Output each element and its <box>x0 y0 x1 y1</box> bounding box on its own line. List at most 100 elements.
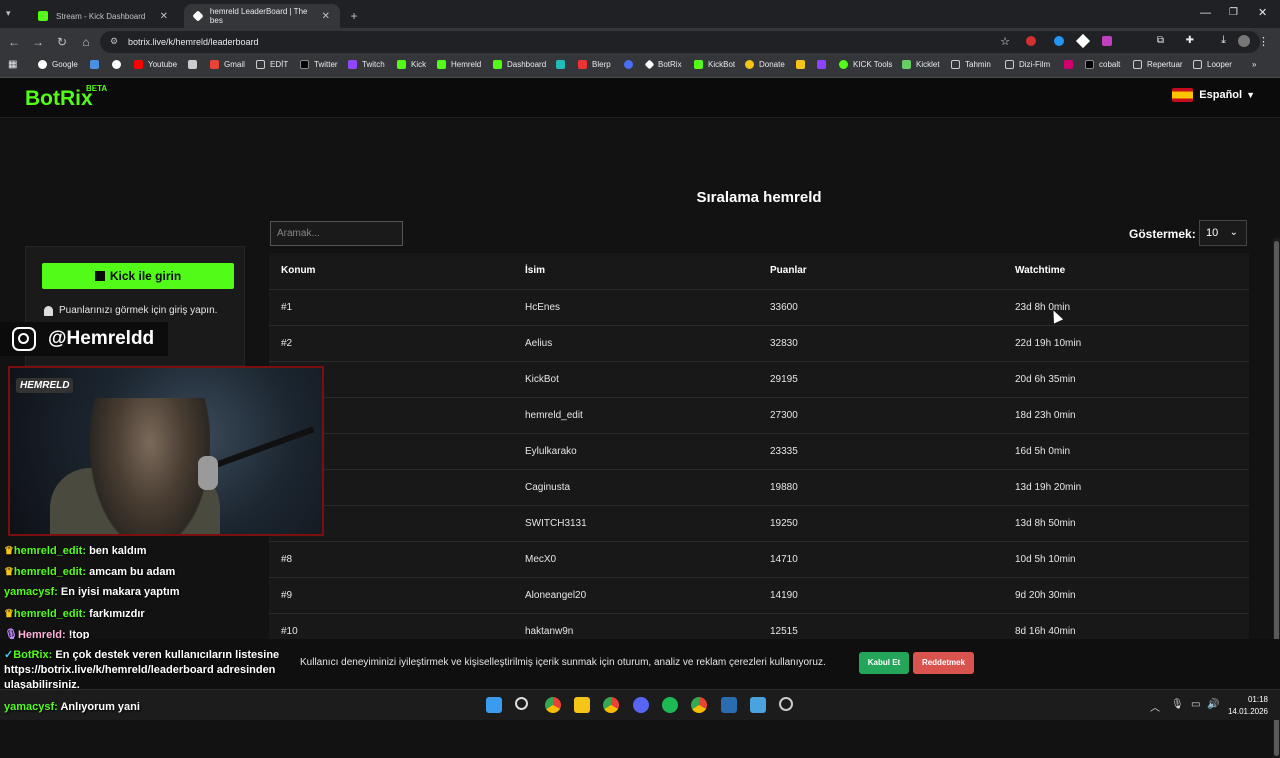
app-icon[interactable] <box>750 697 766 713</box>
maximize-icon[interactable]: ❐ <box>1229 7 1238 18</box>
folder-icon[interactable] <box>574 697 590 713</box>
bookmark-youtube[interactable]: Youtube <box>134 60 177 69</box>
col-watchtime[interactable]: Watchtime <box>1003 253 1249 290</box>
close-tab-icon[interactable]: ✕ <box>322 11 330 22</box>
chrome-icon[interactable] <box>691 697 707 713</box>
bookmark-r[interactable] <box>624 60 638 69</box>
chrome-icon[interactable] <box>545 697 561 713</box>
crown-icon: ♛ <box>4 566 14 578</box>
app-icon[interactable] <box>721 697 737 713</box>
chrome-icon[interactable] <box>603 697 619 713</box>
bookmark-purple[interactable] <box>817 60 831 69</box>
blerp-icon <box>578 60 587 69</box>
bookmark-hemreld[interactable]: Hemreld <box>437 60 481 69</box>
more-bookmarks-icon[interactable]: » <box>1252 60 1256 69</box>
bookmark-twitch[interactable]: Twitch <box>348 60 385 69</box>
tab-kick-dashboard[interactable]: Stream - Kick Dashboard ✕ <box>28 4 178 28</box>
col-konum[interactable]: Konum <box>269 253 513 290</box>
bookmark-blerp[interactable]: Blerp <box>578 60 611 69</box>
webcam-overlay: HEMRELD <box>8 366 324 536</box>
bookmark-botrix[interactable]: BotRix <box>644 59 682 70</box>
col-puanlar[interactable]: Puanlar <box>758 253 1003 290</box>
tab-search-icon[interactable]: ▾ <box>6 8 11 19</box>
home-icon[interactable]: ⌂ <box>78 34 94 50</box>
bookmark-y[interactable] <box>1064 60 1078 69</box>
reload-icon[interactable]: ↻ <box>54 34 70 50</box>
site-info-icon[interactable]: ⚙ <box>110 36 118 47</box>
botrix-logo[interactable]: BotRix <box>25 87 93 111</box>
x-icon <box>300 60 309 69</box>
accept-cookies-button[interactable]: Kabul Et <box>859 652 909 674</box>
bookmark-kickbot[interactable]: KickBot <box>694 60 735 69</box>
kick-login-button[interactable]: Kick ile girin <box>42 263 234 289</box>
tab-leaderboard[interactable]: hemreld LeaderBoard | The bes ✕ <box>184 4 340 28</box>
bookmark-kick[interactable]: Kick <box>397 60 426 69</box>
puzzle-icon[interactable]: ✚ <box>1186 35 1194 46</box>
extensions-icon[interactable]: ⧉ <box>1157 35 1164 46</box>
table-row: #2 Aelius 32830 22d 19h 10min <box>269 325 1249 362</box>
bookmark-dizifilm[interactable]: Dizi-Film <box>1005 60 1050 69</box>
close-window-icon[interactable]: ✕ <box>1258 6 1267 19</box>
bookmark-repertuar[interactable]: Repertuar <box>1133 60 1183 69</box>
search-icon[interactable] <box>515 697 528 710</box>
bookmark-donate[interactable]: Donate <box>745 60 785 69</box>
bookmark-looper[interactable]: Looper <box>1193 60 1232 69</box>
extension-icon[interactable] <box>1075 33 1091 49</box>
microphone-icon[interactable]: 🎙 <box>1171 699 1184 710</box>
botrix-icon <box>644 59 655 70</box>
bookmark-img[interactable] <box>188 60 202 69</box>
extension-icon[interactable] <box>1026 36 1036 46</box>
bookmark-star-icon[interactable]: ☆ <box>1000 35 1010 48</box>
language-selector[interactable]: Español ▼ <box>1172 88 1255 102</box>
apps-icon[interactable]: ▦ <box>8 59 17 70</box>
forward-icon[interactable]: → <box>30 34 46 50</box>
bookmark-cobalt[interactable]: cobalt <box>1085 60 1120 69</box>
bookmark-chrome[interactable] <box>112 60 126 69</box>
bookmark-kicklet[interactable]: Kicklet <box>902 60 940 69</box>
minimize-icon[interactable]: — <box>1200 7 1211 19</box>
kick-icon <box>694 60 703 69</box>
new-tab-button[interactable]: + <box>344 4 364 28</box>
table-row: KickBot 29195 20d 6h 35min <box>269 361 1249 398</box>
chat-message: yamacysf: En iyisi makara yaptım <box>4 586 180 598</box>
spotify-icon[interactable] <box>662 697 678 713</box>
google-icon <box>112 60 121 69</box>
bookmark-twitter[interactable]: Twitter <box>300 60 338 69</box>
bookmark-gmail[interactable]: Gmail <box>210 60 245 69</box>
address-bar[interactable]: ⚙ botrix.live/k/hemreld/leaderboard ☆ ⧉ … <box>100 31 1260 53</box>
twitch-icon <box>348 60 357 69</box>
cell-name: HcEnes <box>513 289 758 326</box>
reject-cookies-button[interactable]: Reddetmek <box>913 652 974 674</box>
profile-avatar[interactable] <box>1238 35 1250 47</box>
bookmark-dashboard[interactable]: Dashboard <box>493 60 546 69</box>
tray-chevron-icon[interactable]: ︿ <box>1150 699 1160 714</box>
cell-watchtime: 20d 6h 35min <box>1003 361 1249 398</box>
extension-icon[interactable] <box>1054 36 1064 46</box>
system-clock[interactable]: 01:18 14.01.2026 <box>1228 694 1268 718</box>
network-icon[interactable]: ▭ <box>1191 699 1200 710</box>
download-icon[interactable]: ⤓ <box>1221 34 1226 47</box>
page-size-select[interactable]: 10 ⌄ <box>1199 220 1247 246</box>
obs-icon[interactable] <box>779 697 793 711</box>
bookmark-google[interactable]: Google <box>38 60 78 69</box>
bookmark-edit[interactable]: EDİT <box>256 60 288 69</box>
bookmark-kicktools[interactable]: KICK Tools <box>839 60 892 69</box>
extension-icon[interactable] <box>1102 36 1112 46</box>
cell-watchtime: 22d 19h 10min <box>1003 325 1249 362</box>
close-tab-icon[interactable]: ✕ <box>160 11 168 22</box>
search-input[interactable]: Aramak... <box>270 221 403 246</box>
chevron-down-icon: ▼ <box>1246 90 1255 100</box>
table-header-row: Konum İsim Puanlar Watchtime <box>269 253 1249 290</box>
windows-start-icon[interactable] <box>486 697 502 713</box>
bookmark-folder[interactable] <box>90 60 104 69</box>
cell-watchtime: 16d 5h 0min <box>1003 433 1249 470</box>
discord-icon[interactable] <box>633 697 649 713</box>
back-icon[interactable]: ← <box>6 34 22 50</box>
volume-icon[interactable]: 🔊 <box>1207 699 1219 710</box>
bookmark-streamlabs[interactable] <box>796 60 810 69</box>
cell-watchtime: 13d 8h 50min <box>1003 505 1249 542</box>
col-isim[interactable]: İsim <box>513 253 758 290</box>
bookmark-tahmin[interactable]: Tahmin <box>951 60 991 69</box>
menu-icon[interactable]: ⋮ <box>1258 35 1269 48</box>
bookmark-img2[interactable] <box>556 60 570 69</box>
